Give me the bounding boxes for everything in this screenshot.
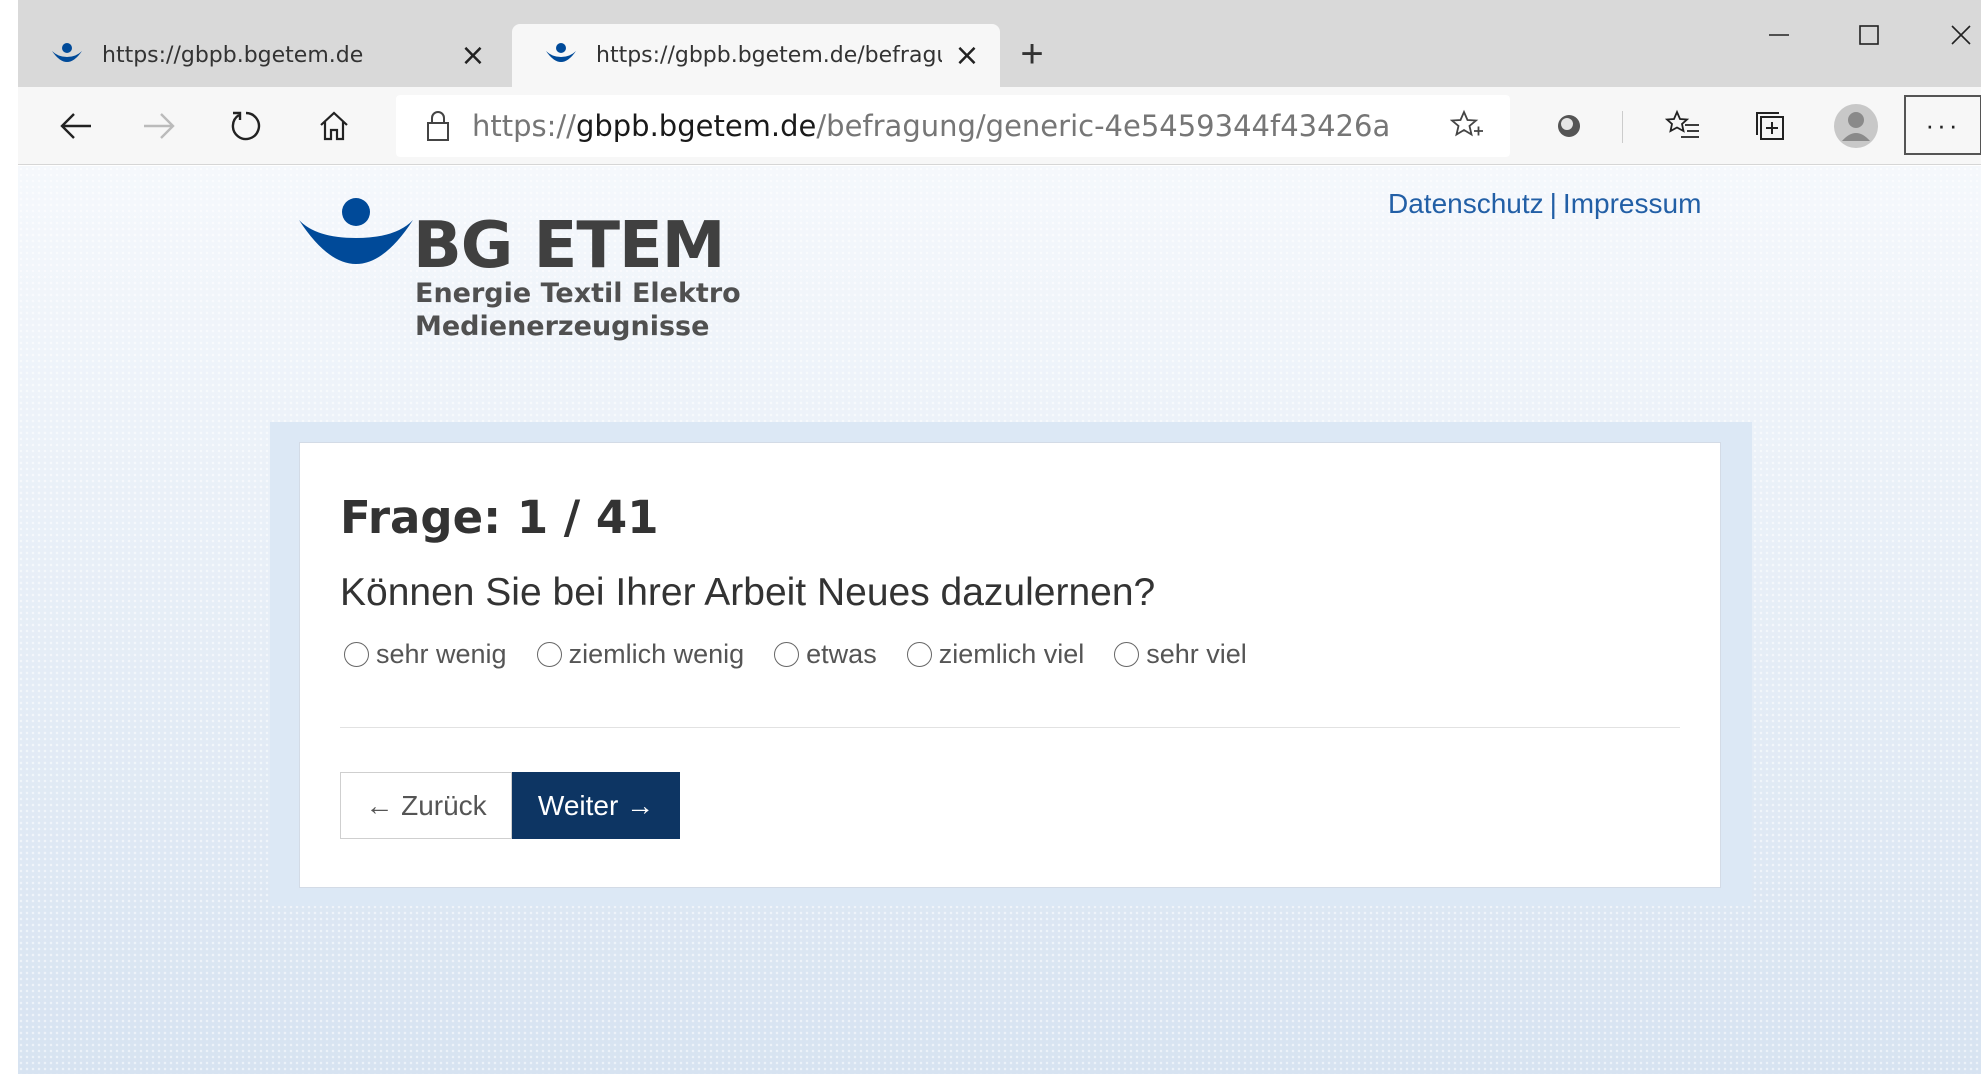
browser-toolbar: https://gbpb.bgetem.de/befragung/generic… <box>18 87 1981 165</box>
new-tab-button[interactable]: + <box>1010 30 1054 78</box>
address-bar[interactable]: https://gbpb.bgetem.de/befragung/generic… <box>396 95 1510 157</box>
option-etwas[interactable]: etwas <box>774 639 877 670</box>
back-arrow-icon[interactable] <box>51 101 101 151</box>
logo-subtitle-2: Medienerzeugnisse <box>415 311 710 342</box>
survey-frame: Frage: 1 / 41 Können Sie bei Ihrer Arbei… <box>270 422 1752 906</box>
radio-button[interactable] <box>1114 642 1140 667</box>
maximize-icon[interactable] <box>1834 10 1904 60</box>
toolbar-separator <box>1622 111 1623 143</box>
bgetem-favicon-icon <box>546 42 576 62</box>
option-label: etwas <box>806 639 877 669</box>
tab-close-icon[interactable]: × <box>952 38 982 73</box>
tab-survey[interactable]: https://gbpb.bgetem.de/befragu × <box>512 24 1000 87</box>
imprint-link[interactable]: Impressum <box>1563 188 1701 219</box>
url-path: /befragung/generic-4e5459344f43426a... <box>816 109 1392 143</box>
url-scheme: https:// <box>472 109 576 143</box>
tab-home[interactable]: https://gbpb.bgetem.de × <box>18 24 510 87</box>
refresh-icon[interactable] <box>222 101 272 151</box>
option-sehr-wenig[interactable]: sehr wenig <box>344 639 507 670</box>
option-label: sehr viel <box>1146 639 1247 669</box>
logo-subtitle-1: Energie Textil Elektro <box>415 278 741 309</box>
option-label: sehr wenig <box>376 639 507 669</box>
lock-icon <box>427 111 449 141</box>
logo-title: BG ETEM <box>413 209 725 283</box>
link-separator: | <box>1549 188 1557 219</box>
divider <box>340 727 1680 728</box>
url-text: https://gbpb.bgetem.de/befragung/generic… <box>472 109 1392 143</box>
url-host: gbpb.bgetem.de <box>575 109 817 143</box>
add-favorite-star-icon[interactable] <box>1450 109 1484 143</box>
radio-button[interactable] <box>906 642 932 667</box>
tab-title: https://gbpb.bgetem.de/befragu <box>596 43 942 68</box>
tab-title: https://gbpb.bgetem.de <box>102 43 364 68</box>
favorites-icon[interactable] <box>1658 101 1708 151</box>
radio-button[interactable] <box>536 642 562 667</box>
radio-button[interactable] <box>344 642 369 667</box>
home-icon[interactable] <box>309 101 359 151</box>
collections-icon[interactable] <box>1745 101 1795 151</box>
tab-strip: https://gbpb.bgetem.de × https://gbpb.bg… <box>18 0 1981 87</box>
option-ziemlich-viel[interactable]: ziemlich viel <box>906 639 1085 670</box>
question-counter: Frage: 1 / 41 <box>340 491 659 544</box>
option-ziemlich-wenig[interactable]: ziemlich wenig <box>536 639 745 670</box>
question-text: Können Sie bei Ihrer Arbeit Neues dazule… <box>340 571 1156 614</box>
profile-avatar-icon[interactable] <box>1831 101 1881 151</box>
option-label: ziemlich wenig <box>568 639 745 669</box>
tab-close-icon[interactable]: × <box>458 38 488 73</box>
more-menu-icon[interactable]: ··· <box>1904 95 1981 155</box>
close-window-icon[interactable] <box>1926 10 1981 60</box>
back-button[interactable]: ← Zurück <box>340 772 512 839</box>
browser-window: https://gbpb.bgetem.de × https://gbpb.bg… <box>0 0 1981 1074</box>
header-links: Datenschutz | Impressum <box>1388 188 1701 220</box>
privacy-link[interactable]: Datenschutz <box>1388 188 1544 219</box>
next-button[interactable]: Weiter → <box>512 772 680 839</box>
answer-options: sehr wenig ziemlich wenig etwas ziemlich… <box>344 639 1277 670</box>
minimize-icon[interactable] <box>1744 10 1814 60</box>
radio-button[interactable] <box>774 642 800 667</box>
extension-icon[interactable] <box>1544 101 1594 151</box>
page-viewport: BG ETEM Energie Textil Elektro Medienerz… <box>18 166 1981 1074</box>
forward-arrow-icon <box>134 101 184 151</box>
bgetem-favicon-icon <box>52 42 82 62</box>
option-label: ziemlich viel <box>938 639 1085 669</box>
survey-card: Frage: 1 / 41 Können Sie bei Ihrer Arbei… <box>299 442 1721 888</box>
option-sehr-viel[interactable]: sehr viel <box>1114 639 1247 670</box>
